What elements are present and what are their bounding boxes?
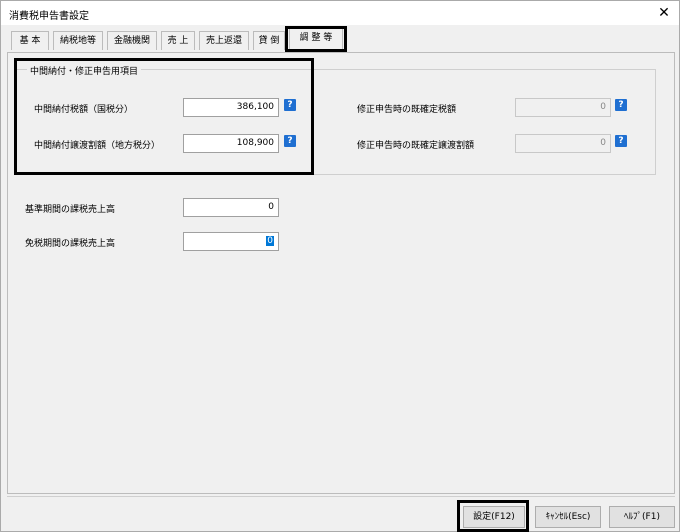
- amendment-confirmed-tax-field: 0: [515, 98, 611, 117]
- help-icon[interactable]: ?: [284, 99, 296, 111]
- tab-sales-return[interactable]: 売上返還: [199, 31, 249, 50]
- help-icon[interactable]: ?: [615, 99, 627, 111]
- interim-local-tax-label: 中間納付譲渡割額（地方税分）: [34, 141, 161, 151]
- tab-sales[interactable]: 売 上: [161, 31, 195, 50]
- base-period-sales-label: 基準期間の課税売上高: [25, 205, 116, 215]
- ok-button[interactable]: 設定(F12): [463, 506, 525, 528]
- tab-adjustments[interactable]: 調 整 等: [289, 28, 343, 51]
- tab-bad-debt[interactable]: 貸 倒: [253, 31, 285, 50]
- amendment-confirmed-tax-label: 修正申告時の既確定税額: [357, 105, 457, 115]
- group-title: 中間納付・修正申告用項目: [27, 64, 142, 77]
- tab-basic[interactable]: 基 本: [11, 31, 49, 50]
- interim-national-tax-field[interactable]: 386,100: [183, 98, 279, 117]
- help-button[interactable]: ﾍﾙﾌﾟ(F1): [609, 506, 675, 528]
- base-period-sales-field[interactable]: 0: [183, 198, 279, 217]
- close-icon[interactable]: ✕: [655, 4, 673, 22]
- window-title: 消費税申告書設定: [9, 11, 89, 22]
- tab-tax-location[interactable]: 納税地等: [53, 31, 103, 50]
- interim-national-tax-label: 中間納付税額（国税分）: [34, 105, 134, 115]
- exempt-period-sales-label: 免税期間の課税売上高: [25, 239, 116, 249]
- tab-strip: 基 本 納税地等 金融機関 売 上 売上返還 貸 倒 調 整 等: [7, 26, 675, 53]
- divider: [7, 496, 675, 497]
- amendment-confirmed-transfer-label: 修正申告時の既確定譲渡割額: [357, 141, 475, 151]
- help-icon[interactable]: ?: [615, 135, 627, 147]
- interim-group-box: [16, 69, 656, 175]
- cancel-button[interactable]: ｷｬﾝｾﾙ(Esc): [535, 506, 601, 528]
- dialog-window: 消費税申告書設定 ✕ 基 本 納税地等 金融機関 売 上 売上返還 貸 倒 調 …: [0, 0, 680, 532]
- amendment-confirmed-transfer-field: 0: [515, 134, 611, 153]
- interim-local-tax-field[interactable]: 108,900: [183, 134, 279, 153]
- title-bar: 消費税申告書設定 ✕: [1, 1, 679, 25]
- help-icon[interactable]: ?: [284, 135, 296, 147]
- tab-financial-institution[interactable]: 金融機関: [107, 31, 157, 50]
- exempt-period-sales-field[interactable]: 0: [183, 232, 279, 251]
